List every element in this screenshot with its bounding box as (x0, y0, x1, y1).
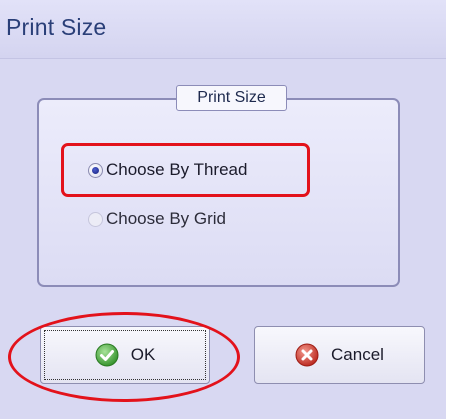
title-bar[interactable]: Print Size (0, 0, 446, 59)
group-legend: Print Size (176, 85, 287, 111)
radio-button-unselected[interactable] (88, 211, 103, 227)
annotation-highlight-ellipse (8, 312, 240, 402)
window-edge (446, 0, 455, 419)
print-size-dialog: Print Size Print Size Choose By Thread C… (0, 0, 455, 419)
radio-choose-by-grid[interactable]: Choose By Grid (88, 207, 226, 231)
annotation-highlight-rectangle (61, 143, 310, 197)
cancel-label: Cancel (331, 345, 384, 364)
cancel-button[interactable]: Cancel (254, 326, 425, 384)
dialog-title: Print Size (6, 14, 107, 40)
radio-label-grid: Choose By Grid (106, 209, 226, 228)
close-icon (295, 343, 319, 367)
